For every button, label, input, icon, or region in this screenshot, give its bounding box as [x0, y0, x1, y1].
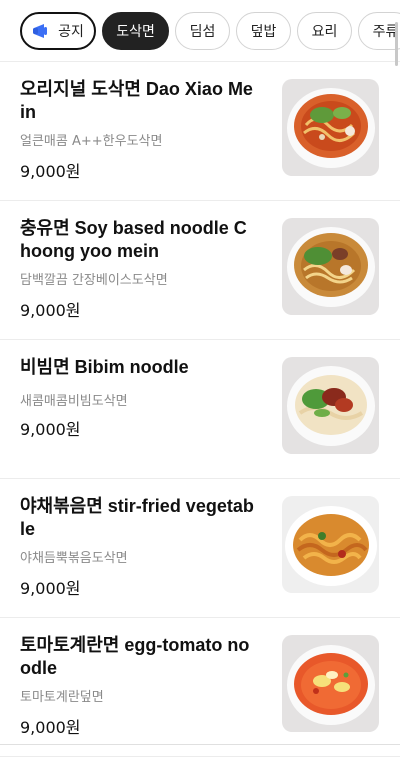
menu-item[interactable]: 야채볶음면 stir-fried vegetable 야채듬뿍볶음도삭면 9,0…	[0, 479, 400, 618]
tab-label: 딤섬	[189, 23, 216, 40]
menu-item-price: 9,000원	[20, 579, 81, 598]
tab-liquor[interactable]: 주류	[358, 11, 400, 50]
menu-item[interactable]: 오리지널 도삭면 Dao Xiao Mein 얼큰매콤 A++한우도삭면 9,0…	[0, 62, 400, 201]
category-tab-bar: 공지 도삭면 딤섬 덮밥 요리 주류	[0, 0, 400, 62]
menu-item-price: 9,000원	[20, 301, 81, 320]
tab-dimsum[interactable]: 딤섬	[175, 11, 230, 50]
menu-item-description: 새콤매콤비빔도삭면	[20, 394, 128, 409]
menu-item[interactable]: 충유면 Soy based noodle Choong yoo mein 담백깔…	[0, 201, 400, 340]
menu-item-name: 오리지널 도삭면 Dao Xiao Mein	[20, 79, 253, 122]
menu-item-description: 야채듬뿍볶음도삭면	[20, 551, 128, 566]
menu-item-name: 충유면 Soy based noodle Choong yoo mein	[20, 218, 247, 261]
tab-dishes[interactable]: 요리	[297, 11, 352, 50]
scrollbar[interactable]	[395, 22, 398, 66]
menu-item-photo	[282, 635, 379, 732]
menu-item-name: 비빔면 Bibim noodle	[20, 357, 189, 377]
tab-label: 도삭면	[116, 23, 155, 40]
menu-item-photo	[282, 496, 379, 593]
menu-item-description: 토마토계란덮면	[20, 690, 104, 705]
menu-item[interactable]: 비빔면 Bibim noodle 새콤매콤비빔도삭면 9,000원	[0, 340, 400, 479]
menu-item-photo	[282, 218, 379, 315]
menu-item-price: 9,000원	[20, 420, 81, 439]
menu-item-name: 토마토계란면 egg-tomato noodle	[20, 635, 250, 678]
menu-item-name: 야채볶음면 stir-fried vegetable	[20, 496, 254, 539]
tab-dosakmyeon[interactable]: 도삭면	[102, 11, 169, 50]
menu-item-description: 담백깔끔 간장베이스도삭면	[20, 273, 168, 288]
menu-item-description: 얼큰매콤 A++한우도삭면	[20, 134, 163, 149]
tab-label: 요리	[311, 23, 338, 40]
menu-item-price: 9,000원	[20, 718, 81, 737]
menu-item-photo	[282, 79, 379, 176]
menu-item-price: 9,000원	[20, 162, 81, 181]
tab-notice[interactable]: 공지	[20, 11, 96, 50]
menu-list: 오리지널 도삭면 Dao Xiao Mein 얼큰매콤 A++한우도삭면 9,0…	[0, 62, 400, 757]
divider	[0, 744, 400, 745]
megaphone-icon	[32, 23, 52, 39]
menu-item[interactable]: 토마토계란면 egg-tomato noodle 토마토계란덮면 9,000원	[0, 618, 400, 757]
tab-rice-bowl[interactable]: 덮밥	[236, 11, 291, 50]
tab-label: 덮밥	[250, 23, 277, 40]
tab-notice-label: 공지	[58, 23, 84, 40]
menu-item-photo	[282, 357, 379, 454]
